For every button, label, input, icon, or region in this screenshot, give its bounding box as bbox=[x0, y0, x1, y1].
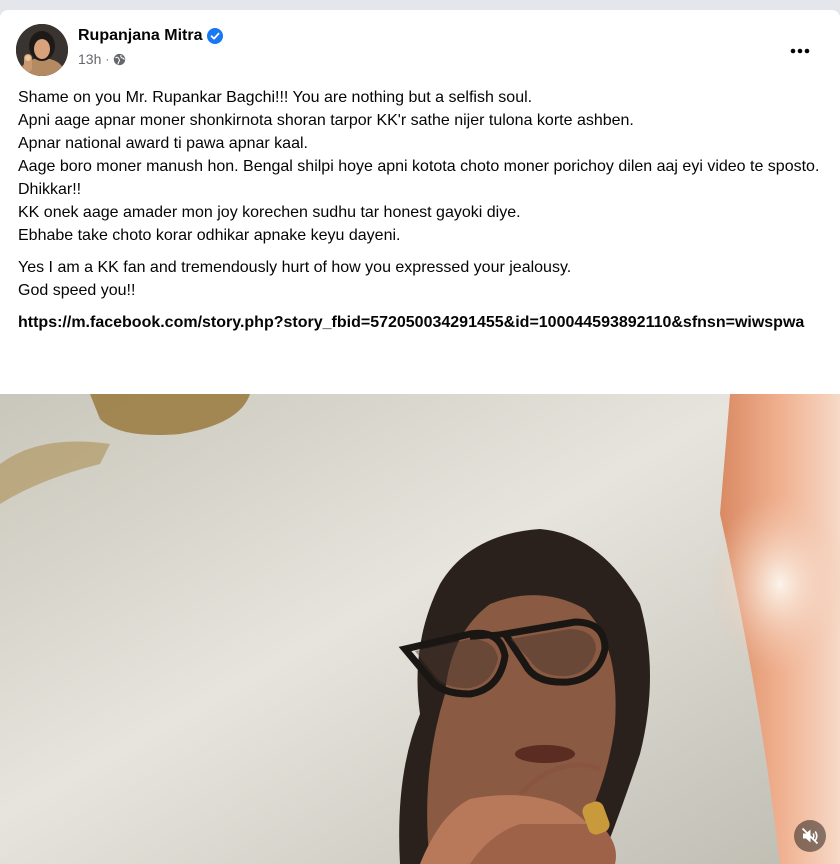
avatar-image bbox=[16, 24, 68, 76]
more-options-button[interactable] bbox=[782, 32, 818, 68]
speaker-muted-icon bbox=[800, 826, 820, 846]
post-paragraph: Shame on you Mr. Rupankar Bagchi!!! You … bbox=[18, 86, 824, 247]
story-link[interactable]: https://m.facebook.com/story.php?story_f… bbox=[18, 311, 824, 334]
author-block: Rupanjana Mitra 13h · bbox=[78, 27, 224, 67]
globe-icon bbox=[113, 53, 126, 66]
more-options-icon bbox=[790, 41, 810, 59]
post-timestamp[interactable]: 13h bbox=[78, 51, 101, 67]
post-line: Aage boro moner manush hon. Bengal shilp… bbox=[18, 158, 820, 175]
post-line: Shame on you Mr. Rupankar Bagchi!!! You … bbox=[18, 89, 533, 106]
separator-dot: · bbox=[105, 52, 110, 66]
post-line: Apni aage apnar moner shonkirnota shoran… bbox=[18, 112, 634, 129]
post-header: Rupanjana Mitra 13h · bbox=[16, 24, 824, 76]
verified-badge-icon bbox=[207, 28, 224, 44]
post-line: God speed you!! bbox=[18, 282, 136, 299]
post-line: Dhikkar!! bbox=[18, 181, 82, 198]
post-line: Apnar national award ti pawa apnar kaal. bbox=[18, 135, 308, 152]
mute-toggle-button[interactable] bbox=[794, 820, 826, 852]
post-card: Rupanjana Mitra 13h · Shame on you Mr. R… bbox=[0, 10, 840, 864]
post-line: KK onek aage amader mon joy korechen sud… bbox=[18, 204, 521, 221]
post-line: Ebhabe take choto korar odhikar apnake k… bbox=[18, 227, 401, 244]
video-player[interactable] bbox=[0, 394, 840, 864]
post-line: Yes I am a KK fan and tremendously hurt … bbox=[18, 259, 572, 276]
video-frame bbox=[0, 394, 840, 864]
post-text: Shame on you Mr. Rupankar Bagchi!!! You … bbox=[18, 86, 824, 334]
author-name[interactable]: Rupanjana Mitra bbox=[78, 27, 202, 45]
author-avatar[interactable] bbox=[16, 24, 68, 76]
post-paragraph: Yes I am a KK fan and tremendously hurt … bbox=[18, 256, 824, 302]
